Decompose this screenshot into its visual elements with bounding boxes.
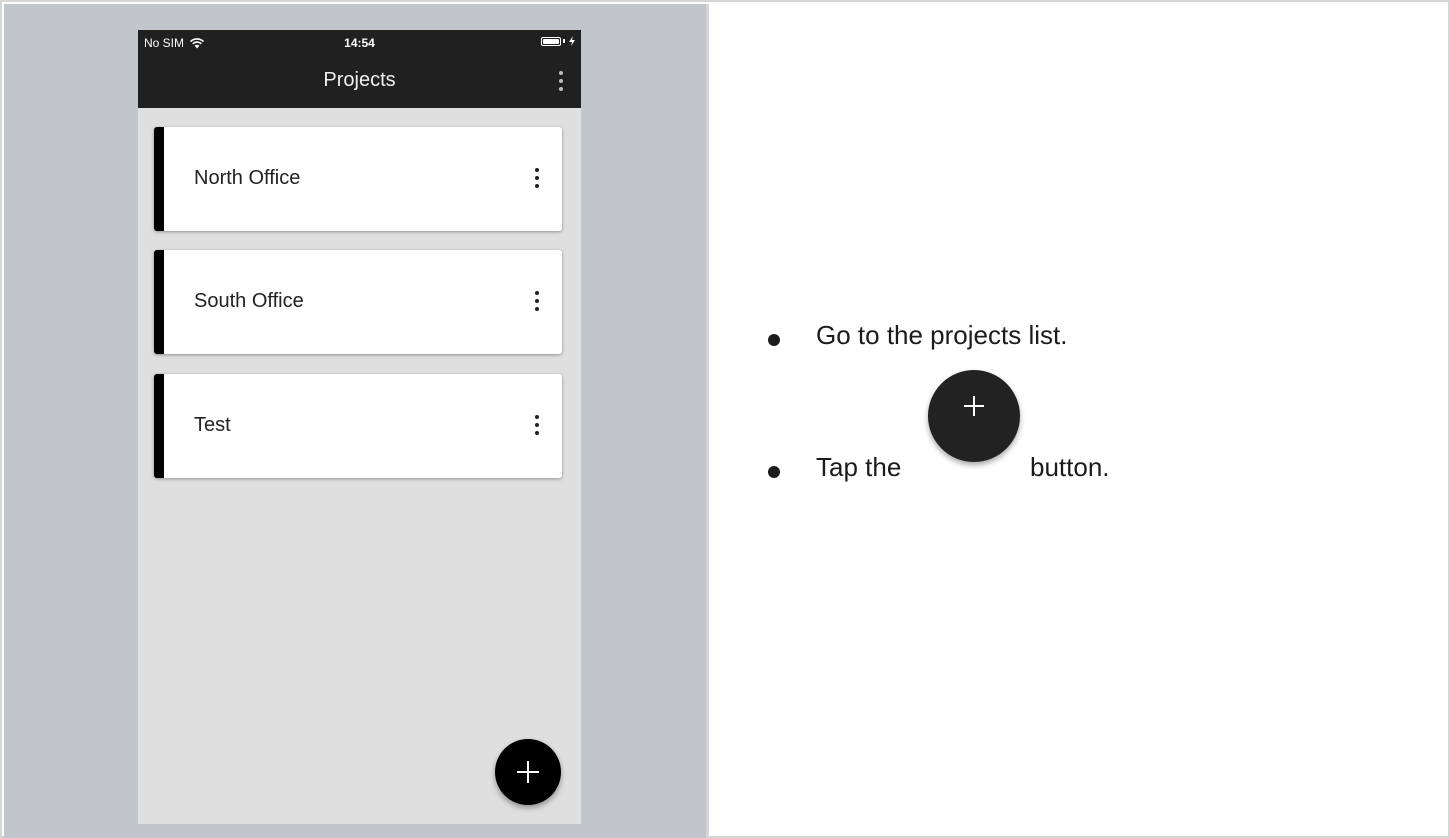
more-vert-icon[interactable]	[532, 168, 542, 188]
battery-icon	[541, 36, 575, 46]
project-name: Test	[194, 414, 231, 436]
plus-icon	[517, 761, 539, 783]
plus-icon	[964, 396, 984, 416]
page-title: Projects	[323, 69, 396, 91]
page-frame: No SIM 14:54 Projects North Office South…	[0, 0, 1450, 838]
instruction-text: Tap the	[816, 452, 902, 482]
bullet-icon	[768, 334, 780, 346]
project-name: North Office	[194, 167, 301, 189]
instruction-text: button.	[1030, 452, 1110, 482]
app-bar: No SIM 14:54 Projects	[138, 30, 581, 108]
add-button-illustration	[928, 370, 1020, 462]
charging-bolt-icon	[569, 36, 575, 46]
more-vert-icon[interactable]	[553, 70, 569, 92]
screenshot-panel: No SIM 14:54 Projects North Office South…	[4, 4, 706, 838]
more-vert-icon[interactable]	[532, 291, 542, 311]
phone-screen: No SIM 14:54 Projects North Office South…	[138, 30, 581, 824]
more-vert-icon[interactable]	[532, 415, 542, 435]
instruction-text: Go to the projects list.	[816, 320, 1068, 350]
project-card-test[interactable]: Test	[154, 374, 562, 478]
project-name: South Office	[194, 290, 304, 312]
status-time: 14:54	[344, 36, 375, 50]
add-project-button[interactable]	[495, 739, 561, 805]
bullet-icon	[768, 466, 780, 478]
project-card-south-office[interactable]: South Office	[154, 250, 562, 354]
project-card-north-office[interactable]: North Office	[154, 127, 562, 231]
divider	[706, 4, 709, 838]
